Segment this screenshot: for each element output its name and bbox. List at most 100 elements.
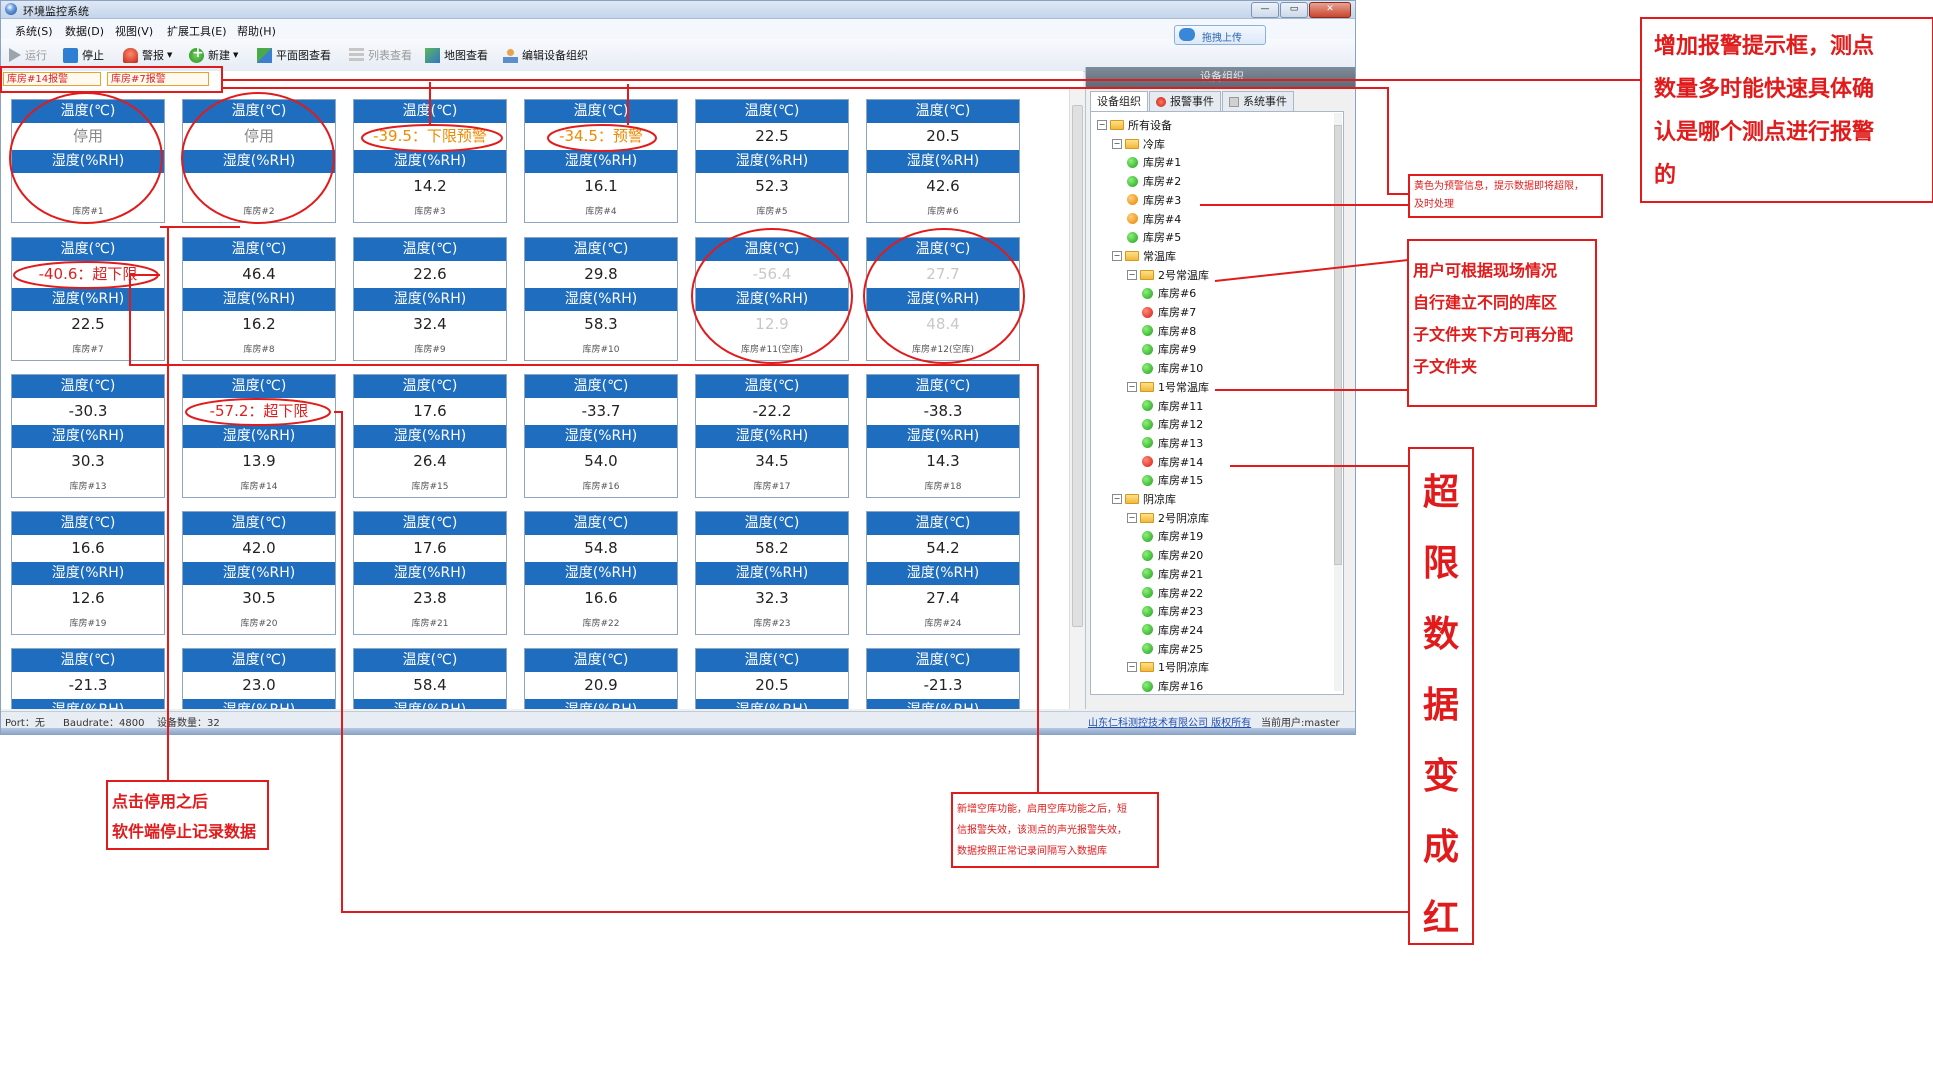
tree-device[interactable]: 库房#19	[1142, 527, 1203, 545]
sensor-card[interactable]: 温度(℃) 54.2 湿度(%RH) 27.4 库房#24	[866, 511, 1020, 635]
sensor-card[interactable]: 温度(℃) -34.5：预警 湿度(%RH) 16.1 库房#4	[524, 99, 678, 223]
sensor-card[interactable]: 温度(℃) 46.4 湿度(%RH) 16.2 库房#8	[182, 237, 336, 361]
tree-device[interactable]: 库房#3	[1127, 191, 1181, 209]
sensor-card[interactable]: 温度(℃) 20.5 湿度(%RH)	[695, 648, 849, 709]
sensor-card[interactable]: 温度(℃) 22.5 湿度(%RH) 52.3 库房#5	[695, 99, 849, 223]
sensor-card[interactable]: 温度(℃) 58.2 湿度(%RH) 32.3 库房#23	[695, 511, 849, 635]
sensor-name: 库房#5	[756, 207, 788, 217]
company-link[interactable]: 山东仁科测控技术有限公司 版权所有	[1088, 714, 1251, 729]
sensor-card[interactable]: 温度(℃) -30.3 湿度(%RH) 30.3 库房#13	[11, 374, 165, 498]
tree-device[interactable]: 库房#14	[1142, 453, 1203, 471]
tree-device[interactable]: 库房#1	[1127, 153, 1181, 171]
tree-device[interactable]: 库房#22	[1142, 584, 1203, 602]
grid-scrollbar[interactable]	[1069, 89, 1084, 709]
sensor-card[interactable]: 温度(℃) 20.5 湿度(%RH) 42.6 库房#6	[866, 99, 1020, 223]
sensor-card[interactable]: 温度(℃) 17.6 湿度(%RH) 23.8 库房#21	[353, 511, 507, 635]
tab-alarm-events[interactable]: 报警事件	[1149, 91, 1221, 111]
sensor-card[interactable]: 温度(℃) 27.7 湿度(%RH) 48.4 库房#12(空库)	[866, 237, 1020, 361]
sensor-card[interactable]: 温度(℃) -21.3 湿度(%RH)	[11, 648, 165, 709]
plan-view-button[interactable]: 平面图查看	[257, 47, 331, 63]
tree-device[interactable]: 库房#7	[1142, 303, 1196, 321]
tree-folder[interactable]: − 2号常温库	[1127, 266, 1209, 284]
sensor-card[interactable]: 温度(℃) 22.6 湿度(%RH) 32.4 库房#9	[353, 237, 507, 361]
tree-folder[interactable]: − 1号阴凉库	[1127, 658, 1209, 676]
sensor-card[interactable]: 温度(℃) -39.5：下限预警 湿度(%RH) 14.2 库房#3	[353, 99, 507, 223]
tree-device[interactable]: 库房#5	[1127, 228, 1181, 246]
tree-device[interactable]: 库房#15	[1142, 471, 1203, 489]
stop-button[interactable]: 停止	[63, 47, 104, 63]
collapse-toggle-icon[interactable]: −	[1112, 138, 1122, 149]
new-button[interactable]: 新建 ▼	[189, 45, 238, 63]
edit-org-button[interactable]: 编辑设备组织	[503, 47, 588, 63]
tree-device[interactable]: 库房#12	[1142, 415, 1203, 433]
alarm-button[interactable]: 警报 ▼	[123, 47, 172, 63]
tree-scrollbar-thumb[interactable]	[1334, 125, 1342, 565]
sensor-card[interactable]: 温度(℃) 29.8 湿度(%RH) 58.3 库房#10	[524, 237, 678, 361]
sensor-card[interactable]: 温度(℃) 20.9 湿度(%RH)	[524, 648, 678, 709]
tree-device[interactable]: 库房#23	[1142, 602, 1203, 620]
run-button[interactable]: 运行	[9, 47, 47, 63]
tree-scrollbar[interactable]	[1334, 113, 1342, 691]
sensor-card[interactable]: 温度(℃) -22.2 湿度(%RH) 34.5 库房#17	[695, 374, 849, 498]
collapse-toggle-icon[interactable]: −	[1127, 269, 1137, 280]
close-button[interactable]: ✕	[1309, 2, 1351, 18]
tree-folder[interactable]: − 阴凉库	[1112, 490, 1176, 508]
grid-scrollbar-thumb[interactable]	[1072, 105, 1083, 627]
tree-device[interactable]: 库房#10	[1142, 359, 1203, 377]
collapse-toggle-icon[interactable]: −	[1127, 662, 1137, 673]
menu-extensions[interactable]: 扩展工具(E)	[167, 23, 227, 39]
tree-device[interactable]: 库房#9	[1142, 340, 1196, 358]
collapse-toggle-icon[interactable]: −	[1097, 120, 1107, 130]
sensor-card[interactable]: 温度(℃) 停用 湿度(%RH) 库房#1	[11, 99, 165, 223]
tree-device[interactable]: 库房#13	[1142, 434, 1203, 452]
sensor-card[interactable]: 温度(℃) 23.0 湿度(%RH)	[182, 648, 336, 709]
tree-device[interactable]: 库房#25	[1142, 640, 1203, 658]
tree-device[interactable]: 库房#24	[1142, 621, 1203, 639]
tree-folder[interactable]: − 1号常温库	[1127, 378, 1209, 396]
drag-upload-button[interactable]: 拖拽上传	[1174, 25, 1266, 45]
tree-folder[interactable]: − 常温库	[1112, 247, 1176, 265]
menu-help[interactable]: 帮助(H)	[237, 23, 276, 39]
sensor-card[interactable]: 温度(℃) 17.6 湿度(%RH) 26.4 库房#15	[353, 374, 507, 498]
map-view-button[interactable]: 地图查看	[425, 47, 488, 63]
minimize-button[interactable]: —	[1251, 2, 1279, 18]
collapse-toggle-icon[interactable]: −	[1112, 494, 1122, 504]
tree-device[interactable]: 库房#21	[1142, 565, 1203, 583]
sensor-card[interactable]: 温度(℃) -38.3 湿度(%RH) 14.3 库房#18	[866, 374, 1020, 498]
collapse-toggle-icon[interactable]: −	[1127, 512, 1137, 523]
tree-folder[interactable]: − 冷库	[1112, 135, 1165, 153]
tab-system-events[interactable]: 系统事件	[1222, 91, 1294, 111]
sensor-card[interactable]: 温度(℃) 停用 湿度(%RH) 库房#2	[182, 99, 336, 223]
tab-device-org[interactable]: 设备组织	[1090, 91, 1148, 111]
sensor-card[interactable]: 温度(℃) 42.0 湿度(%RH) 30.5 库房#20	[182, 511, 336, 635]
tree-device[interactable]: 库房#20	[1142, 546, 1203, 564]
sensor-card[interactable]: 温度(℃) -40.6：超下限 湿度(%RH) 22.5 库房#7	[11, 237, 165, 361]
alarm-notice-7[interactable]: 库房#7报警	[107, 72, 209, 86]
list-view-button[interactable]: 列表查看	[349, 47, 412, 63]
tree-device[interactable]: 库房#4	[1127, 210, 1181, 228]
humidity-header: 湿度(%RH)	[183, 150, 335, 173]
tree-device[interactable]: 库房#6	[1142, 284, 1196, 302]
tree-device[interactable]: 库房#8	[1142, 322, 1196, 340]
alarm-notice-14[interactable]: 库房#14报警	[3, 72, 101, 86]
tree-device[interactable]: 库房#16	[1142, 677, 1203, 694]
sensor-card[interactable]: 温度(℃) 54.8 湿度(%RH) 16.6 库房#22	[524, 511, 678, 635]
sensor-card[interactable]: 温度(℃) -56.4 湿度(%RH) 12.9 库房#11(空库)	[695, 237, 849, 361]
tree-folder[interactable]: − 2号阴凉库	[1127, 509, 1209, 527]
collapse-toggle-icon[interactable]: −	[1127, 381, 1137, 392]
menu-system[interactable]: 系统(S)	[15, 23, 53, 39]
sensor-card[interactable]: 温度(℃) -33.7 湿度(%RH) 54.0 库房#16	[524, 374, 678, 498]
maximize-button[interactable]: ▭	[1280, 2, 1308, 18]
menu-view[interactable]: 视图(V)	[115, 23, 153, 39]
tree-folder[interactable]: − 所有设备	[1097, 116, 1172, 134]
menu-data[interactable]: 数据(D)	[65, 23, 104, 39]
sensor-card[interactable]: 温度(℃) 16.6 湿度(%RH) 12.6 库房#19	[11, 511, 165, 635]
humidity-header: 湿度(%RH)	[525, 288, 677, 311]
tree-node-label: 1号常温库	[1158, 380, 1209, 394]
sensor-card[interactable]: 温度(℃) -21.3 湿度(%RH)	[866, 648, 1020, 709]
tree-device[interactable]: 库房#2	[1127, 172, 1181, 190]
tree-device[interactable]: 库房#11	[1142, 397, 1203, 415]
collapse-toggle-icon[interactable]: −	[1112, 250, 1122, 261]
sensor-card[interactable]: 温度(℃) -57.2：超下限 湿度(%RH) 13.9 库房#14	[182, 374, 336, 498]
sensor-card[interactable]: 温度(℃) 58.4 湿度(%RH)	[353, 648, 507, 709]
